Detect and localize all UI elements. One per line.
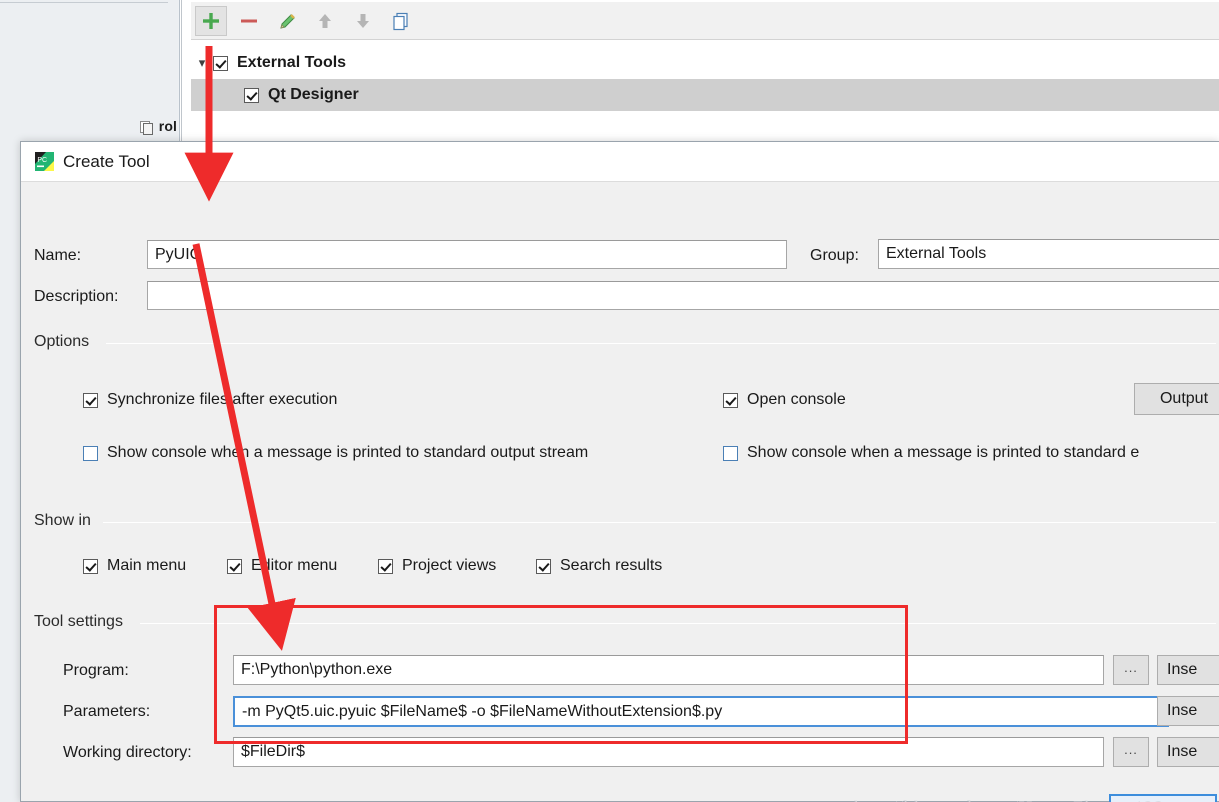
checkbox-search-results[interactable]: Search results [536,557,662,575]
create-tool-dialog: PC Create Tool Name: PyUIC Group: Extern… [20,141,1219,802]
checkbox[interactable] [227,558,242,574]
checkbox[interactable] [536,558,551,574]
settings-tree-item[interactable]: rol [159,118,177,134]
watermark-text: http://blog.csdn.net/HuangZhang_123 [854,798,1164,802]
checkbox-label: Search results [560,557,663,574]
checkbox[interactable] [83,445,98,461]
description-label: Description: [34,288,119,305]
show-in-divider [103,522,1216,523]
add-tool-button[interactable] [195,6,227,36]
checkbox[interactable] [378,558,393,574]
parameters-input[interactable]: -m PyQt5.uic.pyuic $FileName$ -o $FileNa… [233,696,1169,727]
checkbox[interactable] [244,87,259,103]
options-legend: Options [34,333,98,351]
checkbox-label: Project views [402,557,497,574]
working-directory-input[interactable]: $FileDir$ [233,737,1104,767]
svg-text:PC: PC [37,157,47,164]
tree-row[interactable]: ▾ External Tools [191,47,1219,79]
checkbox[interactable] [213,55,228,71]
move-down-button[interactable] [347,6,379,36]
group-input[interactable]: External Tools [878,239,1219,269]
checkbox-open-console[interactable]: Open console [723,391,846,409]
tool-settings-legend: Tool settings [34,613,131,631]
screenshot-root: rol ed on Fr rs s ls al e rna gra Ex ica… [0,0,1219,802]
pencil-icon [279,13,295,29]
checkbox-show-console-stderr[interactable]: Show console when a message is printed t… [723,444,1139,462]
settings-panel-top-divider [0,2,168,3]
edit-tool-button[interactable] [271,6,303,36]
output-filters-button[interactable]: Output [1134,383,1219,415]
external-tools-window: ▾ External Tools Qt Designer [181,0,1219,145]
checkbox-editor-menu[interactable]: Editor menu [227,557,337,575]
plus-icon [203,13,219,29]
copy-pages-icon [392,12,408,30]
pycharm-icon: PC [35,152,54,171]
name-label: Name: [34,247,82,264]
program-browse-button[interactable]: ... [1113,655,1149,685]
checkbox[interactable] [723,392,738,408]
checkbox-label: Synchronize files after execution [107,391,338,408]
program-insert-macro-button[interactable]: Inse [1157,655,1219,685]
chevron-down-icon[interactable]: ▾ [191,55,213,71]
checkbox-label: Main menu [107,557,187,574]
working-directory-browse-button[interactable]: ... [1113,737,1149,767]
group-label: Group: [810,247,859,264]
arrow-down-icon [357,14,369,28]
dialog-titlebar: PC Create Tool [21,142,1219,182]
table-row[interactable]: Qt Designer [191,79,1219,111]
program-label: Program: [63,662,129,679]
show-in-legend: Show in [34,512,99,530]
checkbox-main-menu[interactable]: Main menu [83,557,186,575]
minus-icon [241,19,257,23]
program-input[interactable]: F:\Python\python.exe [233,655,1104,685]
checkbox[interactable] [723,445,738,461]
working-directory-label: Working directory: [63,744,192,761]
checkbox-show-console-stdout[interactable]: Show console when a message is printed t… [83,444,588,462]
checkbox-label: Show console when a message is printed t… [747,444,1140,461]
parameters-insert-macro-button[interactable]: Inse [1157,696,1219,726]
tree-row-label: External Tools [237,54,347,71]
tools-toolbar [191,2,1219,40]
copy-icon[interactable] [139,120,155,136]
checkbox-label: Editor menu [251,557,338,574]
checkbox-synchronize-files[interactable]: Synchronize files after execution [83,391,337,409]
checkbox-label: Open console [747,391,846,408]
checkbox[interactable] [83,392,98,408]
checkbox-project-views[interactable]: Project views [378,557,496,575]
tool-settings-divider [140,623,1216,624]
arrow-up-icon [319,14,331,28]
tree-row-label: Qt Designer [268,86,359,103]
copy-tool-button[interactable] [385,6,417,36]
checkbox[interactable] [83,558,98,574]
dialog-title: Create Tool [63,151,150,171]
move-up-button[interactable] [309,6,341,36]
dialog-body: Name: PyUIC Group: External Tools Descri… [21,182,1219,802]
description-input[interactable] [147,281,1219,310]
working-directory-insert-macro-button[interactable]: Inse [1157,737,1219,767]
name-input[interactable]: PyUIC [147,240,787,269]
parameters-label: Parameters: [63,703,151,720]
checkbox-label: Show console when a message is printed t… [107,444,589,461]
remove-tool-button[interactable] [233,6,265,36]
options-divider [106,343,1216,344]
